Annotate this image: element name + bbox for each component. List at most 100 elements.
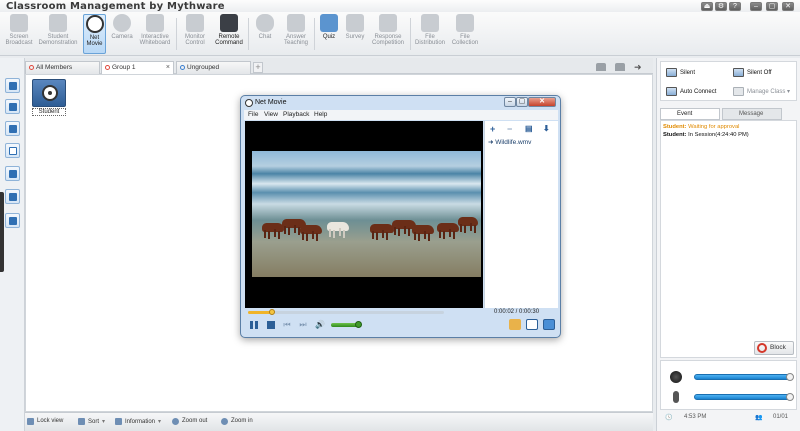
seek-handle[interactable] (268, 309, 275, 315)
screen-broadcast-button[interactable]: Screen Broadcast (4, 14, 34, 54)
fullscreen-icon[interactable] (526, 319, 538, 330)
playlist-toggle-icon[interactable] (543, 319, 555, 330)
pause-button[interactable] (249, 320, 259, 330)
student-info-button[interactable] (5, 121, 20, 136)
maximize-button[interactable]: ▢ (516, 97, 528, 107)
previous-button[interactable]: ⏮ (282, 320, 292, 330)
speaker-icon (670, 371, 682, 383)
slider-handle[interactable] (786, 373, 794, 381)
tab-all-members[interactable]: All Members (25, 61, 100, 74)
chat-button[interactable]: Chat (252, 14, 278, 54)
panel-footer: 🕓 4:53 PM 👥 01/01 (660, 410, 797, 426)
remove-student-icon[interactable] (615, 63, 625, 71)
toolbar-separator (314, 18, 315, 50)
remote-command-button[interactable]: Remote Command (214, 14, 244, 54)
eject-icon[interactable]: ⏏ (701, 2, 713, 11)
audio-controls (660, 360, 797, 410)
add-tab-button[interactable]: + (253, 62, 263, 73)
settings-icon[interactable]: ⚙ (715, 2, 727, 11)
thumbnail-view-button[interactable] (5, 78, 20, 93)
microphone-volume-slider[interactable] (694, 393, 794, 401)
volume-slider[interactable] (331, 323, 359, 327)
video-frame (252, 151, 481, 277)
class-controls: Silent Silent Off Auto Connect Manage Cl… (660, 61, 797, 101)
tab-event[interactable]: Event (660, 108, 720, 120)
student-thumbnail[interactable]: Student (32, 79, 66, 116)
clock-icon (9, 170, 17, 178)
volume-handle[interactable] (355, 321, 363, 328)
group-button[interactable] (5, 189, 20, 204)
volume-icon[interactable]: 🔊 (315, 320, 325, 330)
zoom-in-button[interactable]: Zoom in (221, 418, 253, 425)
stop-button[interactable] (266, 320, 276, 330)
menu-bar: File View Playback Help (244, 110, 558, 120)
zoom-out-button[interactable]: Zoom out (172, 418, 207, 425)
title-bar: Classroom Management by Mythware ⏏ ⚙ ? –… (0, 0, 800, 12)
block-icon (757, 343, 767, 353)
block-button[interactable]: Block (754, 341, 794, 355)
group-icon (9, 193, 17, 201)
add-student-icon[interactable] (596, 63, 606, 71)
ungrouped-icon (180, 65, 185, 70)
playlist-icon[interactable]: ▤ (525, 124, 533, 133)
arrow-right-icon[interactable]: ➜ (634, 63, 644, 72)
auto-connect-button[interactable]: Auto Connect (666, 87, 716, 97)
horse (458, 217, 478, 232)
menu-view[interactable]: View (264, 111, 278, 118)
information-button[interactable]: Information ▾ (115, 418, 161, 425)
minimize-icon[interactable]: – (750, 2, 762, 11)
sort-button[interactable]: Sort ▾ (78, 418, 105, 425)
close-tab-icon[interactable]: × (166, 62, 170, 73)
remove-file-icon[interactable]: − (507, 124, 512, 134)
remote-command-icon (220, 14, 238, 32)
manage-class-button[interactable]: Manage Class ▾ (733, 87, 790, 97)
seek-bar[interactable] (248, 309, 444, 315)
menu-help[interactable]: Help (314, 111, 327, 118)
tab-ungrouped[interactable]: Ungrouped (176, 61, 251, 74)
file-collection-icon (456, 14, 474, 32)
video-area[interactable] (245, 121, 483, 308)
answer-teaching-button[interactable]: Answer Teaching (282, 14, 310, 54)
survey-button[interactable]: Survey (344, 14, 366, 54)
file-collection-button[interactable]: File Collection (450, 14, 480, 54)
tab-message[interactable]: Message (722, 108, 782, 120)
schedule-button[interactable] (5, 166, 20, 181)
close-button[interactable]: ✕ (528, 97, 556, 107)
toolbar-separator (176, 18, 177, 50)
notes-button[interactable] (5, 143, 20, 158)
next-button[interactable]: ⏭ (298, 320, 308, 330)
minimize-button[interactable]: – (504, 97, 516, 107)
list-view-button[interactable] (5, 99, 20, 114)
quiz-button[interactable]: Quiz (318, 14, 340, 54)
snapshot-icon[interactable] (509, 319, 521, 330)
slider-handle[interactable] (786, 393, 794, 401)
silent-button[interactable]: Silent (666, 68, 695, 78)
file-distribution-button[interactable]: File Distribution (414, 14, 446, 54)
silent-off-button[interactable]: Silent Off (733, 68, 772, 78)
student-demonstration-button[interactable]: Student Demonstration (38, 14, 78, 54)
download-icon[interactable]: ⬇ (543, 124, 550, 133)
playlist-item[interactable]: ➜ Wildlife.wmv (488, 138, 531, 146)
speaker-volume-slider[interactable] (694, 373, 794, 381)
file-distribution-icon (421, 14, 439, 32)
pencil-icon (9, 217, 17, 225)
menu-file[interactable]: File (248, 111, 258, 118)
camera-button[interactable]: Camera (110, 14, 134, 54)
lock-view-button[interactable]: Lock view (27, 418, 63, 425)
seek-progress (248, 311, 272, 314)
menu-playback[interactable]: Playback (283, 111, 309, 118)
maximize-icon[interactable]: ▢ (766, 2, 778, 11)
film-reel-icon (245, 99, 253, 107)
zoom-out-icon (172, 418, 179, 425)
monitor-control-button[interactable]: Monitor Control (180, 14, 210, 54)
net-movie-button[interactable]: Net Movie (83, 14, 106, 54)
add-file-icon[interactable]: + (490, 124, 495, 134)
edit-button[interactable] (5, 213, 20, 228)
help-icon[interactable]: ? (729, 2, 741, 11)
interactive-whiteboard-button[interactable]: Interactive Whiteboard (138, 14, 172, 54)
tab-group-1[interactable]: Group 1 × (101, 61, 174, 74)
close-icon[interactable]: ✕ (782, 2, 794, 11)
dialog-title: Net Movie (255, 99, 287, 106)
side-drawer-handle[interactable] (0, 192, 4, 272)
response-competition-button[interactable]: Response Competition (370, 14, 406, 54)
